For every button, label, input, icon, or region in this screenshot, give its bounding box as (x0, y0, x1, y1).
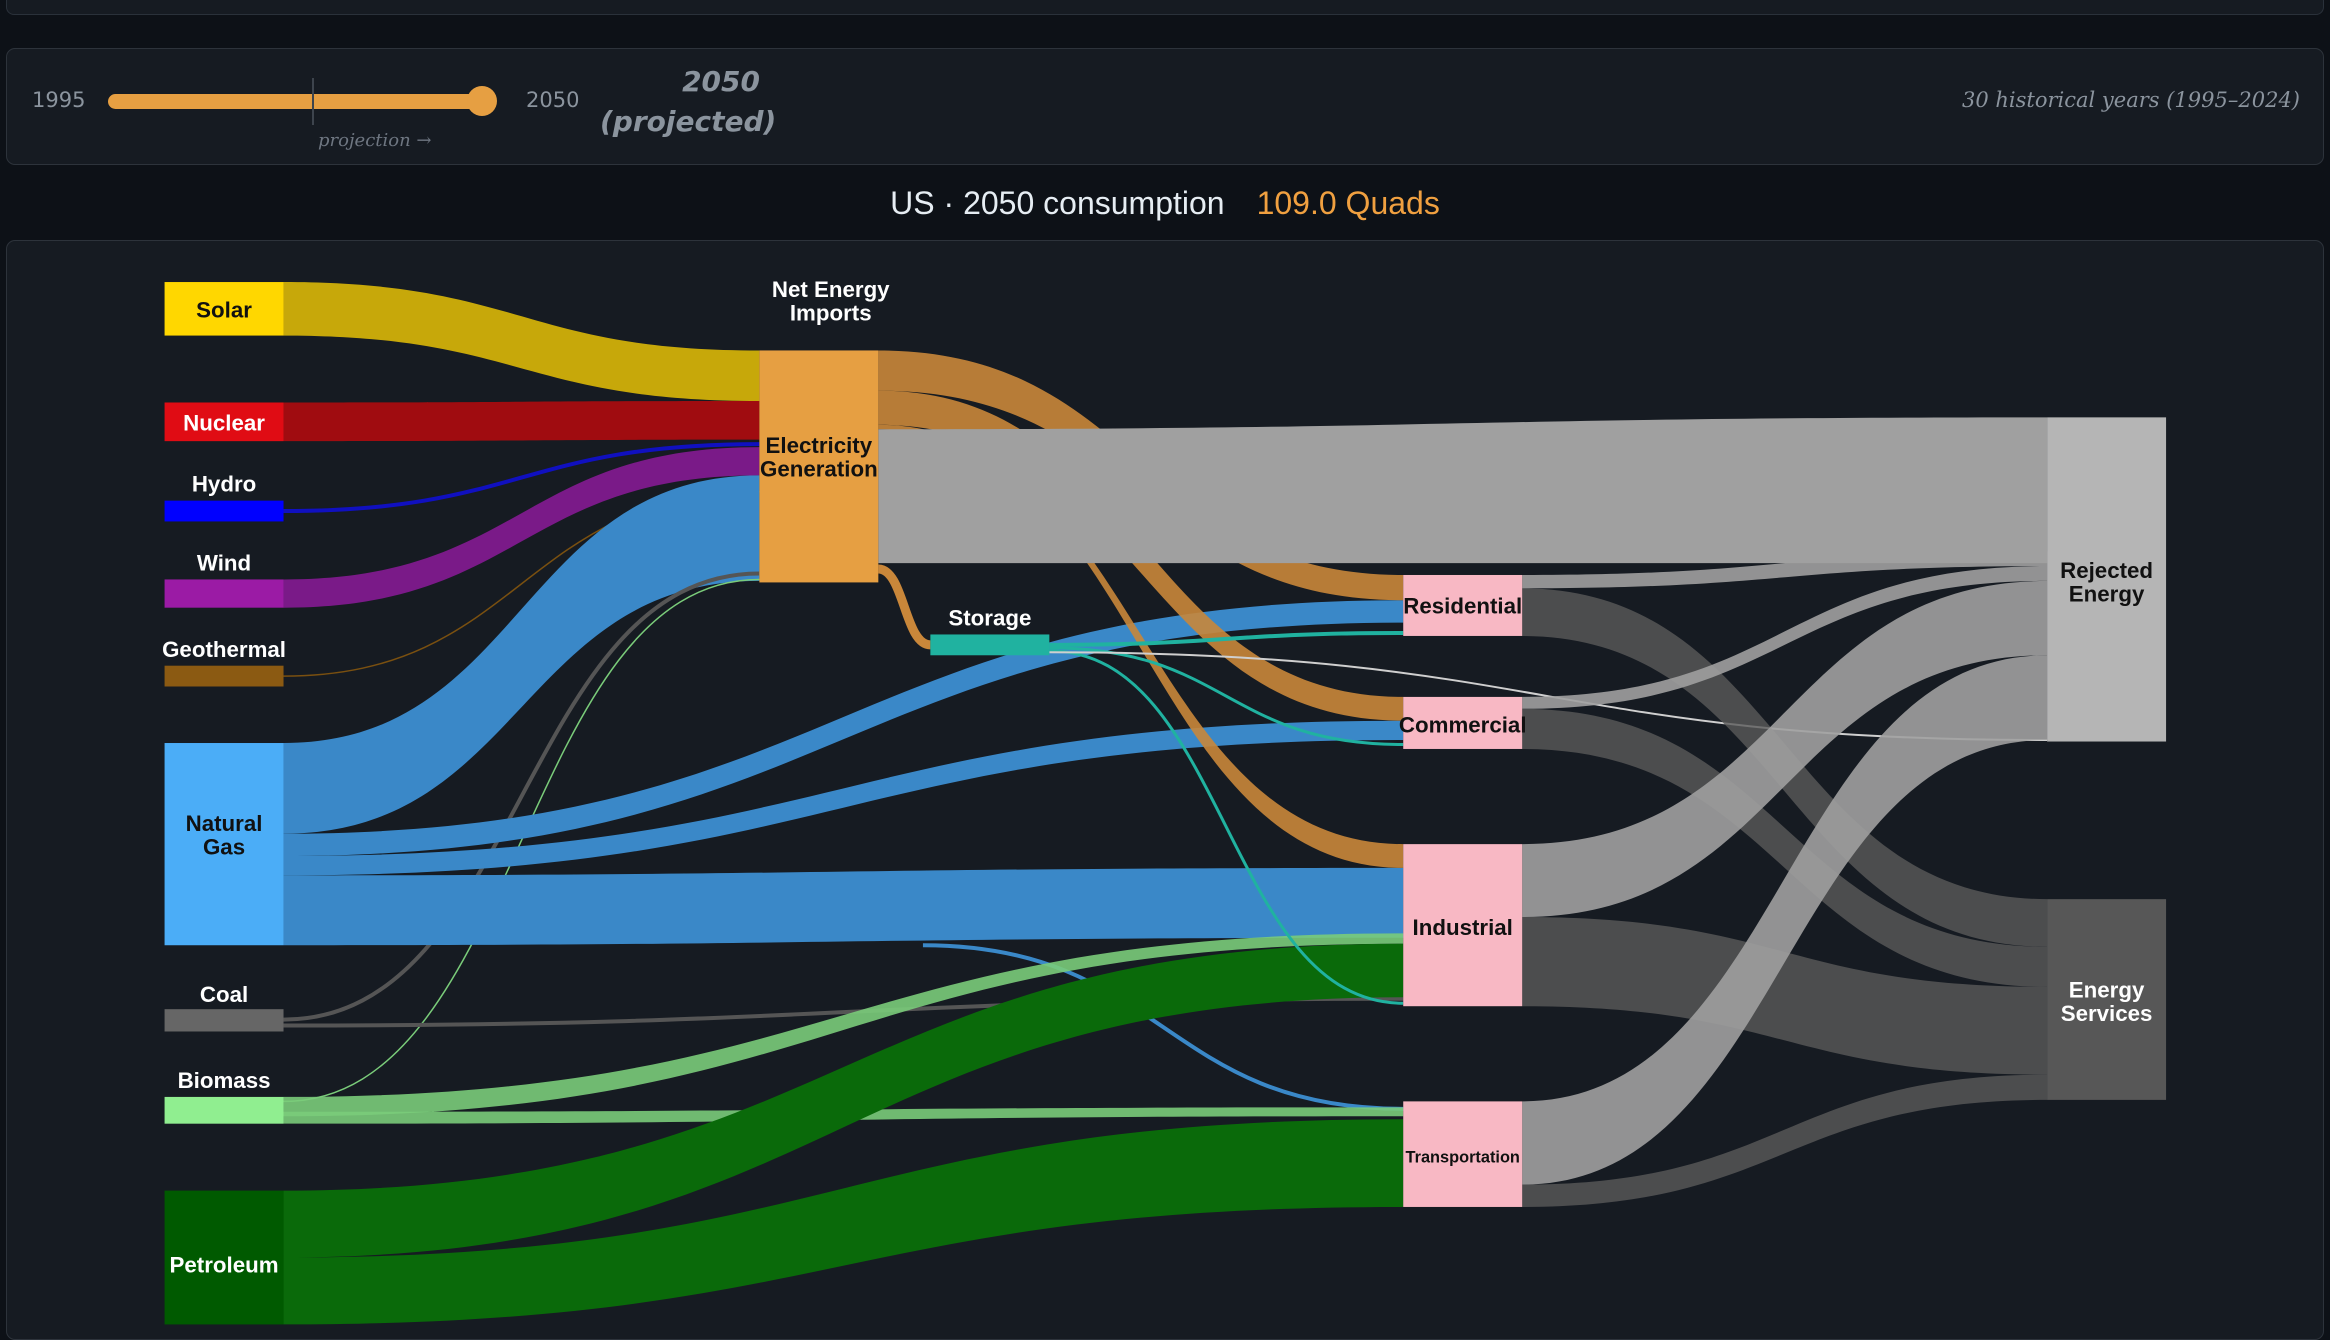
label-storage: Storage (948, 606, 1031, 631)
flow-gas-industrial[interactable] (283, 867, 1404, 946)
label-residential: Residential (1403, 594, 1522, 619)
flow-electricity-storage[interactable] (877, 564, 932, 650)
node-geothermal[interactable] (164, 665, 284, 687)
label-wind: Wind (197, 551, 251, 576)
projection-hint: projection → (318, 130, 432, 151)
top-panel-edge (6, 0, 2324, 15)
label-transportation: Transportation (1406, 1148, 1520, 1166)
sankey-panel: Solar Nuclear Hydro Wind Geothermal Natural Ga… (6, 240, 2324, 1340)
headline-total: 109.0 Quads (1256, 185, 1440, 221)
label-rejected: Rejected Energy (2060, 558, 2153, 606)
label-hydro: Hydro (192, 472, 256, 497)
projection-tick (312, 78, 314, 125)
node-wind[interactable] (164, 579, 284, 608)
chart-headline: US · 2050 consumption 109.0 Quads (0, 185, 2330, 222)
node-biomass[interactable] (164, 1096, 284, 1124)
node-coal[interactable] (164, 1009, 284, 1032)
label-biomass: Biomass (178, 1068, 271, 1093)
label-petroleum: Petroleum (170, 1252, 279, 1277)
node-storage[interactable] (930, 634, 1050, 656)
year-slider-track[interactable] (108, 94, 483, 109)
node-hydro[interactable] (164, 500, 284, 522)
label-solar: Solar (196, 298, 252, 323)
flow-electricity-rejected[interactable] (878, 417, 2048, 564)
year-slider-thumb[interactable] (467, 86, 497, 116)
label-geothermal: Geothermal (162, 637, 286, 662)
slider-min-label: 1995 (32, 88, 86, 112)
slider-max-label: 2050 (526, 88, 580, 112)
flow-solar-electricity[interactable] (283, 282, 760, 402)
label-services: Energy Services (2061, 977, 2153, 1025)
label-commercial: Commercial (1399, 713, 1527, 738)
headline-title: US · 2050 consumption (890, 185, 1225, 221)
selected-year-qualifier: (projected) (600, 105, 777, 138)
label-coal: Coal (200, 982, 248, 1007)
flow-nuclear-electricity[interactable] (283, 401, 760, 442)
selected-year: 2050 (682, 65, 760, 98)
selected-year-display: 2050 (projected) (600, 62, 777, 142)
label-nuclear: Nuclear (183, 411, 265, 436)
sankey-chart: SolarNuclearHydroWindGeothermalNatural Ga… (162, 277, 2167, 1325)
label-elec: Electricity Generation (760, 433, 878, 481)
history-note: 30 historical years (1995–2024) (1962, 88, 2300, 112)
label-imports: Net Energy Imports (772, 277, 890, 325)
label-industrial: Industrial (1413, 915, 1513, 940)
